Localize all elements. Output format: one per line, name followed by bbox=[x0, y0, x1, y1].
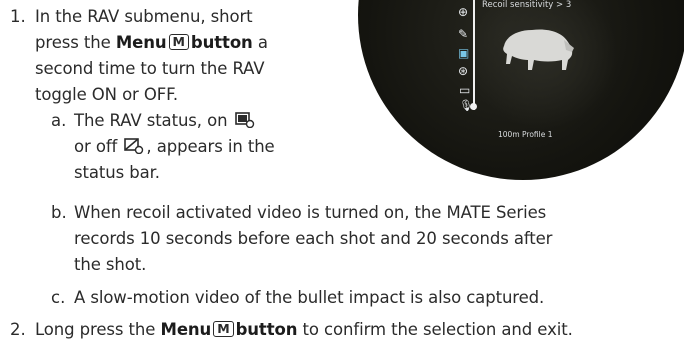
pen-icon: ✎ bbox=[458, 27, 469, 41]
step-1-text: press the bbox=[35, 33, 111, 52]
substep-a-label: a. bbox=[51, 111, 67, 130]
rav-icon: ▣ bbox=[458, 46, 470, 60]
rav-off-icon bbox=[124, 138, 144, 154]
settings-wheel-icon: ⊛ bbox=[458, 64, 469, 78]
step-2-line: Long press the Menu Mbutton to confirm th… bbox=[35, 318, 573, 342]
step-1-a: a bbox=[257, 33, 268, 52]
substep-a-text-3: , appears in the bbox=[146, 137, 275, 156]
substep-a-line-3: status bar. bbox=[74, 163, 160, 182]
substep-b-label: b. bbox=[51, 203, 67, 222]
step-1-number: 1. bbox=[10, 7, 26, 26]
substep-c-line-1: A slow-motion video of the bullet impact… bbox=[74, 288, 545, 307]
substep-b-line-3: the shot. bbox=[74, 255, 147, 274]
menu-key-badge: M bbox=[168, 34, 189, 50]
substep-b-line-1: When recoil activated video is turned on… bbox=[74, 203, 547, 222]
slider-handle bbox=[470, 103, 477, 110]
step-1-line-2: press the Menu Mbutton a bbox=[35, 31, 268, 55]
menu-bold-2: Menu bbox=[160, 320, 212, 339]
substep-a-text: The RAV status, on bbox=[74, 111, 228, 130]
step-2-number: 2. bbox=[10, 320, 26, 339]
substep-a-text-2: or off bbox=[74, 137, 118, 156]
crosshair-icon: ⊕ bbox=[458, 5, 469, 19]
button-bold-2: button bbox=[235, 320, 298, 339]
menu-key-badge-2: M bbox=[213, 321, 234, 337]
substep-c-label: c. bbox=[51, 288, 66, 307]
scope-menu-title: Recoil sensitivity > 3 bbox=[482, 0, 572, 10]
step-2-text: Long press the bbox=[35, 320, 156, 339]
menu-bold: Menu bbox=[115, 33, 167, 52]
button-bold: button bbox=[190, 33, 253, 52]
boar-silhouette bbox=[503, 29, 574, 70]
substep-a-line-2: or off , appears in the bbox=[74, 135, 275, 159]
rav-on-icon bbox=[234, 112, 254, 128]
thermal-scope-image: ⊕ ✎ ▣ ⊛ ▭ 🎙︎ Recoil sensitivity > 3 100m… bbox=[358, 0, 684, 180]
sensitivity-slider bbox=[473, 0, 475, 110]
substep-a-line-1: The RAV status, on bbox=[74, 109, 257, 133]
step-2-text-end: to confirm the selection and exit. bbox=[302, 320, 573, 339]
scope-status-bar: 100m Profile 1 bbox=[498, 130, 553, 139]
image-icon: ▭ bbox=[459, 83, 471, 97]
step-1-line-4: toggle ON or OFF. bbox=[35, 85, 179, 104]
step-1-line-1: In the RAV submenu, short bbox=[35, 7, 253, 26]
step-1-line-3: second time to turn the RAV bbox=[35, 59, 265, 78]
substep-b-line-2: records 10 seconds before each shot and … bbox=[74, 229, 553, 248]
